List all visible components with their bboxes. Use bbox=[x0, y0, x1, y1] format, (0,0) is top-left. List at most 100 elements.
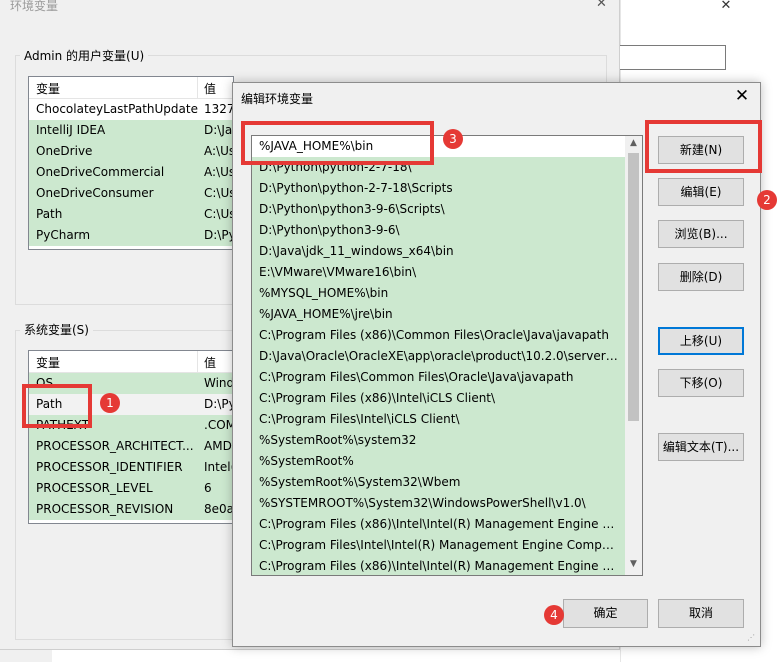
table-row[interactable]: OneDriveCommercial A:\Us bbox=[29, 162, 234, 183]
list-item[interactable]: D:\Java\jdk_11_windows_x64\bin bbox=[252, 241, 625, 262]
path-entry-text: D:\Python\python3-9-6\ bbox=[259, 223, 400, 237]
variable-value: A:\Us bbox=[204, 165, 234, 179]
path-entry-text: %MYSQL_HOME%\bin bbox=[259, 286, 389, 300]
ok-button[interactable]: 确定 bbox=[563, 599, 648, 628]
variable-value: C:\Us bbox=[204, 186, 234, 200]
path-entry-text: %SystemRoot% bbox=[259, 454, 354, 468]
list-item[interactable]: D:\Python\python3-9-6\Scripts\ bbox=[252, 199, 625, 220]
list-item[interactable]: E:\VMware\VMware16\bin\ bbox=[252, 262, 625, 283]
cancel-button[interactable]: 取消 bbox=[658, 599, 744, 628]
annotation-box-path-row bbox=[22, 384, 92, 428]
list-item[interactable]: %SystemRoot%\System32\Wbem bbox=[252, 472, 625, 493]
list-item[interactable]: C:\Program Files (x86)\Intel\iCLS Client… bbox=[252, 388, 625, 409]
table-row[interactable]: PROCESSOR_REVISION 8e0a bbox=[29, 499, 234, 520]
path-entry-text: C:\Program Files\Intel\iCLS Client\ bbox=[259, 412, 460, 426]
table-row[interactable]: Path C:\Us bbox=[29, 204, 234, 225]
variable-value: Wind bbox=[204, 376, 234, 390]
variable-value: D:\Ja bbox=[204, 123, 233, 137]
list-item[interactable]: C:\Program Files (x86)\Intel\Intel(R) Ma… bbox=[252, 556, 625, 575]
path-entry-text: C:\Program Files (x86)\Common Files\Orac… bbox=[259, 328, 609, 342]
scroll-up-icon[interactable]: ▲ bbox=[625, 138, 642, 152]
variable-name: PROCESSOR_ARCHITECT... bbox=[36, 439, 194, 453]
path-entry-text: C:\Program Files (x86)\Intel\Intel(R) Ma… bbox=[259, 517, 621, 531]
list-item[interactable]: %MYSQL_HOME%\bin bbox=[252, 283, 625, 304]
background-close-icon[interactable]: ✕ bbox=[716, 0, 736, 14]
list-item[interactable]: %SYSTEMROOT%\System32\WindowsPowerShell\… bbox=[252, 493, 625, 514]
edit-text-button[interactable]: 编辑文本(T)... bbox=[658, 433, 744, 461]
resize-grip-icon[interactable]: ⋰ bbox=[747, 633, 757, 643]
path-entry-text: D:\Python\python-2-7-18\Scripts bbox=[259, 181, 453, 195]
variable-name: OneDriveConsumer bbox=[36, 186, 154, 200]
list-item[interactable]: D:\Java\Oracle\OracleXE\app\oracle\produ… bbox=[252, 346, 625, 367]
variable-value: 8e0a bbox=[204, 502, 234, 516]
close-icon[interactable]: ✕ bbox=[732, 86, 752, 106]
move-down-button[interactable]: 下移(O) bbox=[658, 369, 744, 397]
variable-value: C:\Us bbox=[204, 207, 234, 221]
annotation-badge-2: 2 bbox=[757, 190, 777, 210]
column-header-variable[interactable]: 变量 bbox=[36, 354, 60, 371]
dialog-title: 编辑环境变量 bbox=[241, 92, 314, 106]
annotation-box-first-entry bbox=[241, 121, 434, 165]
path-entry-text: E:\VMware\VMware16\bin\ bbox=[259, 265, 417, 279]
variable-value: 1327 bbox=[204, 102, 234, 116]
path-entry-text: %SystemRoot%\System32\Wbem bbox=[259, 475, 461, 489]
list-item[interactable]: D:\Python\python3-9-6\ bbox=[252, 220, 625, 241]
browse-button[interactable]: 浏览(B)... bbox=[658, 220, 744, 248]
path-entry-text: C:\Program Files (x86)\Intel\Intel(R) Ma… bbox=[259, 559, 621, 573]
list-item[interactable]: %SystemRoot% bbox=[252, 451, 625, 472]
variable-name: Path bbox=[36, 207, 63, 221]
variable-name: OneDrive bbox=[36, 144, 93, 158]
vertical-scrollbar[interactable]: ▲ ▼ bbox=[625, 136, 642, 575]
variable-value: Intel( bbox=[204, 460, 234, 474]
path-entry-text: %SystemRoot%\system32 bbox=[259, 433, 417, 447]
list-item[interactable]: %JAVA_HOME%\jre\bin bbox=[252, 304, 625, 325]
variable-value: D:\Py bbox=[204, 228, 234, 242]
path-entry-text: D:\Java\Oracle\OracleXE\app\oracle\produ… bbox=[259, 349, 621, 363]
path-entry-text: %JAVA_HOME%\jre\bin bbox=[259, 307, 393, 321]
scrollbar-thumb[interactable] bbox=[628, 153, 639, 421]
delete-button[interactable]: 删除(D) bbox=[658, 263, 744, 291]
background-value-input[interactable] bbox=[620, 45, 726, 70]
path-entries-list[interactable]: %JAVA_HOME%\bin D:\Python\python-2-7-18\ D… bbox=[251, 135, 643, 576]
table-row[interactable]: ChocolateyLastPathUpdate 1327 bbox=[29, 99, 234, 120]
system-vars-table[interactable]: 变量 值 OS Wind Path D:\Py PATHEXT .COM PROCESSOR… bbox=[28, 350, 234, 524]
table-row[interactable]: PROCESSOR_IDENTIFIER Intel( bbox=[29, 457, 234, 478]
annotation-badge-4: 4 bbox=[544, 605, 564, 625]
list-item[interactable]: C:\Program Files (x86)\Common Files\Orac… bbox=[252, 325, 625, 346]
list-item[interactable]: D:\Python\python-2-7-18\Scripts bbox=[252, 178, 625, 199]
variable-name: PROCESSOR_IDENTIFIER bbox=[36, 460, 183, 474]
variable-name: ChocolateyLastPathUpdate bbox=[36, 102, 198, 116]
list-item[interactable]: C:\Program Files (x86)\Intel\Intel(R) Ma… bbox=[252, 514, 625, 535]
table-header: 变量 值 bbox=[29, 77, 233, 99]
table-row[interactable]: OneDrive A:\Us bbox=[29, 141, 234, 162]
path-entry-text: D:\Python\python3-9-6\Scripts\ bbox=[259, 202, 445, 216]
background-strip bbox=[0, 650, 52, 662]
list-item[interactable]: C:\Program Files\Common Files\Oracle\Jav… bbox=[252, 367, 625, 388]
table-row[interactable]: PROCESSOR_LEVEL 6 bbox=[29, 478, 233, 499]
column-divider[interactable] bbox=[197, 77, 198, 99]
list-item[interactable]: %SystemRoot%\system32 bbox=[252, 430, 625, 451]
table-row[interactable]: PyCharm D:\Py bbox=[29, 225, 234, 246]
column-header-variable[interactable]: 变量 bbox=[36, 80, 60, 97]
table-row[interactable]: OneDriveConsumer C:\Us bbox=[29, 183, 234, 204]
path-entry-text: C:\Program Files\Common Files\Oracle\Jav… bbox=[259, 370, 574, 384]
edit-button[interactable]: 编辑(E) bbox=[658, 178, 744, 206]
variable-value: A:\Us bbox=[204, 144, 234, 158]
move-up-button[interactable]: 上移(U) bbox=[658, 327, 744, 355]
table-row[interactable]: PROCESSOR_ARCHITECT... AMD bbox=[29, 436, 233, 457]
variable-name: PROCESSOR_REVISION bbox=[36, 502, 174, 516]
column-header-value[interactable]: 值 bbox=[204, 354, 216, 371]
window-title: 环境变量 bbox=[10, 0, 59, 13]
close-icon[interactable]: ✕ bbox=[596, 0, 612, 11]
list-item[interactable]: C:\Program Files\Intel\iCLS Client\ bbox=[252, 409, 625, 430]
scroll-down-icon[interactable]: ▼ bbox=[625, 559, 642, 573]
system-vars-group-label: 系统变量(S) bbox=[20, 321, 93, 338]
table-row[interactable]: IntelliJ IDEA D:\Ja bbox=[29, 120, 233, 141]
list-item[interactable]: C:\Program Files\Intel\Intel(R) Manageme… bbox=[252, 535, 625, 556]
path-entry-text: C:\Program Files\Intel\Intel(R) Manageme… bbox=[259, 538, 621, 552]
variable-value: AMD bbox=[204, 439, 232, 453]
variable-name: PROCESSOR_LEVEL bbox=[36, 481, 153, 495]
column-header-value[interactable]: 值 bbox=[204, 80, 216, 97]
user-vars-table[interactable]: 变量 值 ChocolateyLastPathUpdate 1327 Intelli… bbox=[28, 76, 234, 250]
column-divider[interactable] bbox=[197, 351, 198, 373]
